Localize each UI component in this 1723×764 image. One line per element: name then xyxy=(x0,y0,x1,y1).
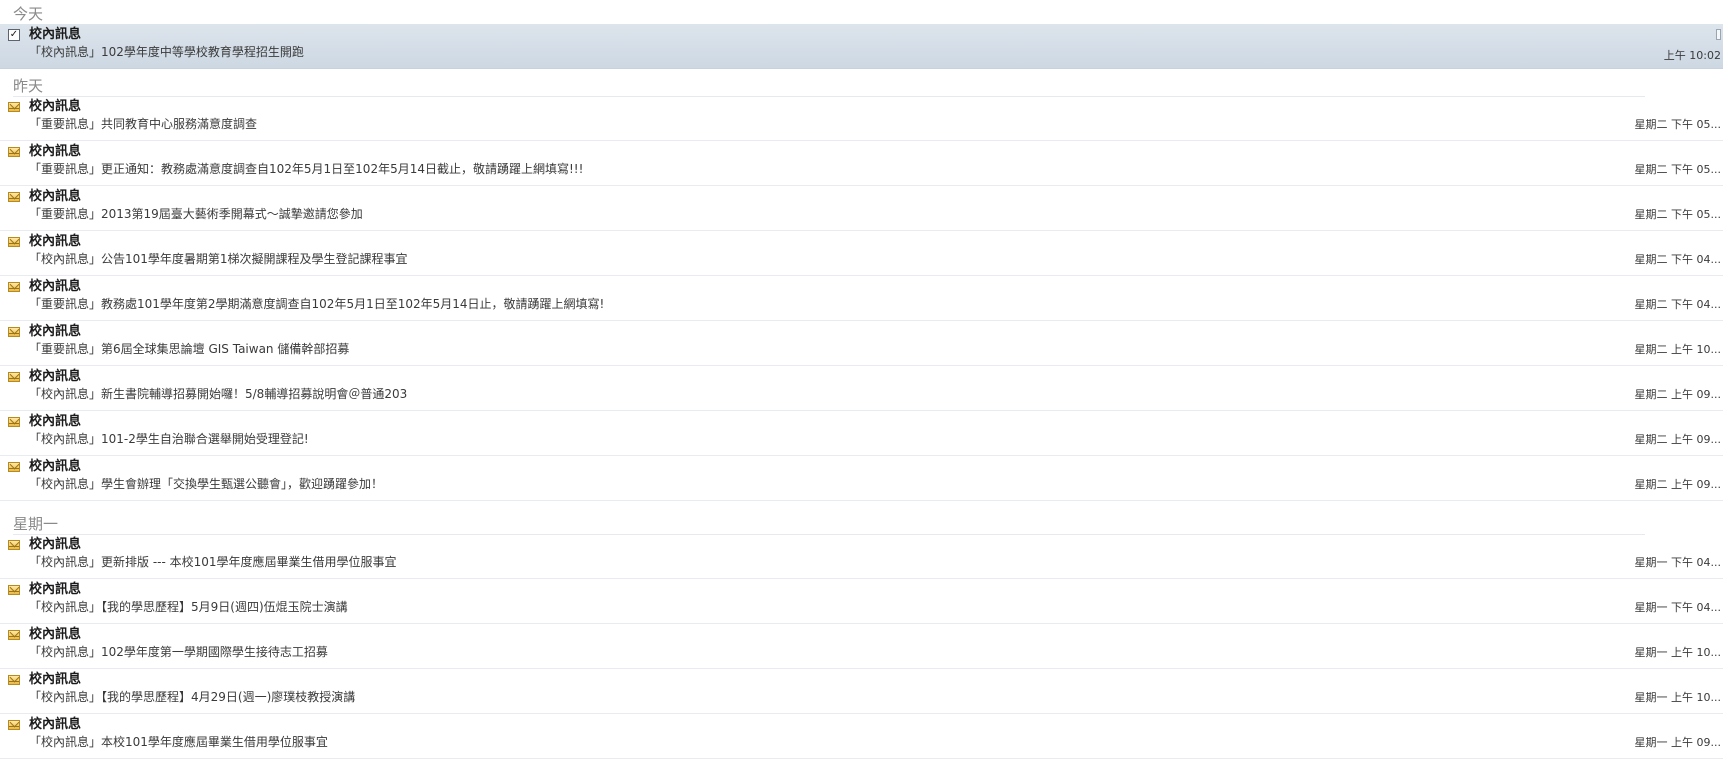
message-time: 星期二 上午 09... xyxy=(1634,433,1721,446)
message-sender: 校內訊息 xyxy=(29,582,82,597)
message-time: 星期二 下午 04... xyxy=(1634,298,1721,311)
message-subject: 「重要訊息」教務處101學年度第2學期滿意度調查自102年5月1日至102年5月… xyxy=(29,297,605,311)
message-subject: 「校內訊息」公告101學年度暑期第1梯次擬開課程及學生登記課程事宜 xyxy=(29,252,408,266)
message-time: 星期一 下午 04... xyxy=(1634,556,1721,569)
flag-icon[interactable] xyxy=(1716,29,1721,40)
message-row[interactable]: 校內訊息「校內訊息」102學年度第一學期國際學生接待志工招募 星期一 上午 10.… xyxy=(0,624,1723,669)
message-subject: 「校內訊息」101-2學生自治聯合選舉開始受理登記! xyxy=(29,432,309,446)
message-time: 星期二 下午 05... xyxy=(1634,163,1721,176)
message-subject: 「校內訊息」新生書院輔導招募開始囉！5/8輔導招募說明會＠普通203 xyxy=(29,387,408,401)
message-time: 星期一 上午 09... xyxy=(1634,736,1721,749)
message-sender: 校內訊息 xyxy=(29,459,82,474)
message-row[interactable]: 校內訊息「重要訊息」第6屆全球集思論壇 GIS Taiwan 儲備幹部招募 星期二… xyxy=(0,321,1723,366)
message-sender: 校內訊息 xyxy=(29,234,82,249)
message-subject: 「重要訊息」共同教育中心服務滿意度調查 xyxy=(29,117,258,131)
message-time: 星期二 下午 05... xyxy=(1634,208,1721,221)
message-sender: 校內訊息 xyxy=(29,99,82,114)
message-subject: 「校內訊息」更新排版 --- 本校101學年度應屆畢業生借用學位服事宜 xyxy=(29,555,397,569)
envelope-icon xyxy=(8,147,20,157)
envelope-icon xyxy=(8,462,20,472)
message-row[interactable]: 校內訊息「重要訊息」2013第19屆臺大藝術季開幕式～誠摯邀請您參加 星期二 下午… xyxy=(0,186,1723,231)
message-sender: 校內訊息 xyxy=(29,369,82,384)
envelope-icon xyxy=(8,675,20,685)
message-row[interactable]: 校內訊息「校內訊息」本校101學年度應屆畢業生借用學位服事宜 星期一 上午 09.… xyxy=(0,714,1723,759)
message-row[interactable]: 校內訊息「校內訊息」公告101學年度暑期第1梯次擬開課程及學生登記課程事宜 星期二… xyxy=(0,231,1723,276)
message-row[interactable]: 校內訊息「重要訊息」更正通知：教務處滿意度調查自102年5月1日至102年5月1… xyxy=(0,141,1723,186)
message-subject: 「校內訊息」102學年度第一學期國際學生接待志工招募 xyxy=(29,645,328,659)
message-row[interactable]: 校內訊息「校內訊息」更新排版 --- 本校101學年度應屆畢業生借用學位服事宜 星… xyxy=(0,534,1723,579)
message-sender: 校內訊息 xyxy=(29,324,82,339)
checkbox-icon[interactable]: ✓ xyxy=(8,29,20,41)
envelope-icon xyxy=(8,540,20,550)
message-row[interactable]: 校內訊息「重要訊息」教務處101學年度第2學期滿意度調查自102年5月1日至10… xyxy=(0,276,1723,321)
message-sender: 校內訊息 xyxy=(29,627,82,642)
envelope-icon xyxy=(8,192,20,202)
envelope-icon xyxy=(8,720,20,730)
message-sender: 校內訊息 xyxy=(29,717,82,732)
envelope-icon xyxy=(8,630,20,640)
message-sender: 校內訊息 xyxy=(29,414,82,429)
message-time: 星期一 上午 10... xyxy=(1634,691,1721,704)
message-sender: 校內訊息 xyxy=(29,672,82,687)
message-sender: 校內訊息 xyxy=(29,144,82,159)
envelope-icon xyxy=(8,282,20,292)
message-row[interactable]: 校內訊息「重要訊息」共同教育中心服務滿意度調查 星期二 下午 05... xyxy=(0,96,1723,141)
group-header: 昨天 xyxy=(13,76,1645,97)
message-subject: 「重要訊息」更正通知：教務處滿意度調查自102年5月1日至102年5月14日截止… xyxy=(29,162,584,176)
envelope-icon xyxy=(8,237,20,247)
message-subject: 「校內訊息」學生會辦理「交換學生甄選公聽會」，歡迎踴躍參加！ xyxy=(29,477,384,491)
message-subject: 「校內訊息」本校101學年度應屆畢業生借用學位服事宜 xyxy=(29,735,328,749)
group-header: 星期一 xyxy=(13,514,1645,535)
message-sender: 校內訊息 xyxy=(29,189,82,204)
envelope-icon xyxy=(8,102,20,112)
message-sender: 校內訊息 xyxy=(29,537,82,552)
message-time: 星期一 上午 10... xyxy=(1634,646,1721,659)
message-sender: 校內訊息 xyxy=(29,27,82,42)
envelope-icon xyxy=(8,327,20,337)
message-sender: 校內訊息 xyxy=(29,279,82,294)
group-header: 今天 xyxy=(13,4,1645,25)
message-row[interactable]: 校內訊息「校內訊息」【我的學思歷程】4月29日(週一)廖璞枝教授演講 星期一 上午… xyxy=(0,669,1723,714)
message-time: 星期二 上午 09... xyxy=(1634,478,1721,491)
message-row[interactable]: 校內訊息「校內訊息」學生會辦理「交換學生甄選公聽會」，歡迎踴躍參加！ 星期二 上午… xyxy=(0,456,1723,501)
envelope-icon xyxy=(8,417,20,427)
envelope-icon xyxy=(8,585,20,595)
envelope-icon xyxy=(8,372,20,382)
message-row[interactable]: 校內訊息「校內訊息」【我的學思歷程】5月9日(週四)伍焜玉院士演講 星期一 下午 … xyxy=(0,579,1723,624)
message-subject: 「重要訊息」2013第19屆臺大藝術季開幕式～誠摯邀請您參加 xyxy=(29,207,363,221)
message-time: 上午 10:02 xyxy=(1663,49,1721,62)
message-subject: 「校內訊息」【我的學思歷程】4月29日(週一)廖璞枝教授演講 xyxy=(29,690,356,704)
message-subject: 「校內訊息」【我的學思歷程】5月9日(週四)伍焜玉院士演講 xyxy=(29,600,348,614)
message-time: 星期一 下午 04... xyxy=(1634,601,1721,614)
message-time: 星期二 上午 09... xyxy=(1634,388,1721,401)
message-row[interactable]: ✓ 校內訊息「校內訊息」102學年度中等學校教育學程招生開跑 上午 10:02 xyxy=(0,24,1723,69)
message-time: 星期二 下午 05... xyxy=(1634,118,1721,131)
message-row[interactable]: 校內訊息「校內訊息」新生書院輔導招募開始囉！5/8輔導招募說明會＠普通203 星期… xyxy=(0,366,1723,411)
message-list: 今天 ✓ 校內訊息 「校內訊息」102學年度中等學校教育學程招生開跑 上午 10:02 昨… xyxy=(0,0,1723,764)
message-subject: 「重要訊息」第6屆全球集思論壇 GIS Taiwan 儲備幹部招募 xyxy=(29,342,350,356)
message-time: 星期二 下午 04... xyxy=(1634,253,1721,266)
message-time: 星期二 上午 10... xyxy=(1634,343,1721,356)
message-subject: 「校內訊息」102學年度中等學校教育學程招生開跑 xyxy=(29,45,304,59)
message-row[interactable]: 校內訊息「校內訊息」101-2學生自治聯合選舉開始受理登記! 星期二 上午 09.… xyxy=(0,411,1723,456)
